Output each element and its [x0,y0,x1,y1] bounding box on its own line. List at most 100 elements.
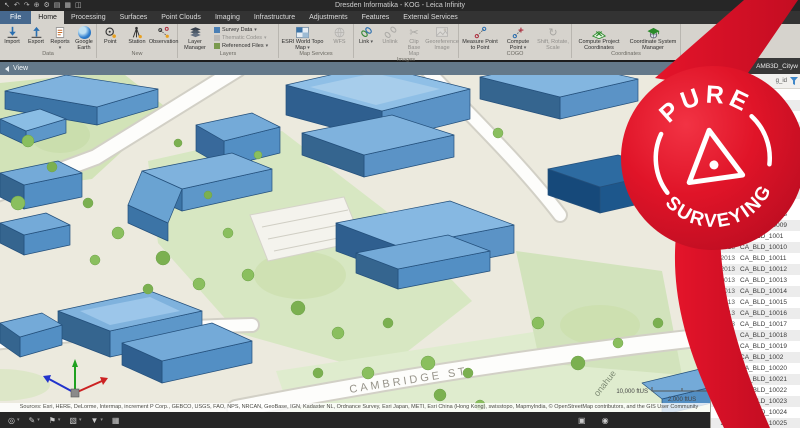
flag-button[interactable]: ⚑▾ [49,416,61,425]
cell-building-id: CA_BLD_10012 [740,266,800,273]
table-row[interactable]: 2013 CA_BLD_10012 [711,264,800,275]
frame-button[interactable]: ▣ [578,416,586,425]
table-row[interactable]: 2013 CA_BLD_10016 [711,308,800,319]
thematic-codes-menu[interactable]: Thematic Codes▾ [214,35,268,41]
table-row[interactable]: 2013 CA_BLD_10025 [711,418,800,428]
ribbon-group-cogo: Measure Point to Point Compute Point ↻ S… [459,24,572,58]
station-icon [130,25,143,39]
snap-mode-button[interactable]: ◎▾ [8,416,20,425]
table-row[interactable]: 2013 CA_BLD_10014 [711,286,800,297]
view-mode-button[interactable]: ▧▾ [69,416,81,425]
coordinate-system-manager-icon [646,25,661,39]
referenced-files-menu[interactable]: Referenced Files▾ [214,43,268,49]
cell-building-id: CA_BLD_10025 [740,420,800,427]
layer-manager-button[interactable]: Layer Manager [178,25,212,51]
table-row[interactable]: 2013 CA_BLD_10017 [711,319,800,330]
globe-button[interactable]: ◉ [602,416,609,425]
table-row[interactable]: 2013 CA_BLD_1002 [711,352,800,363]
filter-button[interactable]: ▼▾ [90,416,102,425]
survey-data-menu[interactable]: Survey Data▾ [214,27,268,33]
group-label-map-services: Map Services [279,51,353,58]
cell-year: 2013 [711,266,740,273]
ribbon-group-new: Point Station Observation New [97,24,178,58]
building-table[interactable]: CA_BLD_10008 CA_BLD_10009 CA_BLD_1001 20… [711,89,800,428]
link-button[interactable]: Link [354,25,378,45]
table-row[interactable]: 2013 CA_BLD_10019 [711,341,800,352]
observation-button[interactable]: Observation [151,25,177,45]
import-button[interactable]: Import [0,25,24,45]
compute-point-button[interactable]: Compute Point [502,25,534,51]
cell-building-id: CA_BLD_10017 [740,321,800,328]
panel-tab-amb3d[interactable]: AMB3D_Cityw [756,63,800,70]
pick-mode-icon: ✎ [29,416,36,425]
shift-rotate-scale-button[interactable]: ↻ Shift, Rotate, Scale [536,25,570,51]
cell-year: 2013 [711,365,740,372]
table-row[interactable]: 2013 CA_BLD_10020 [711,363,800,374]
ribbon-group-map-services: ESRI World Topo Map WFS Map Services [279,24,354,58]
reports-button[interactable]: Reports [48,25,72,51]
table-row[interactable]: CA_BLD_10009 [711,220,800,231]
tab-adjustments[interactable]: Adjustments [302,11,355,24]
map-3d-view[interactable]: CAMBRIDGE ST onahue 10,000 ftUS 2,000 ft… [0,75,718,412]
table-row[interactable]: 2013 CA_BLD_10015 [711,297,800,308]
cell-year: 2013 [711,409,740,416]
group-label-images: Images [354,57,458,64]
survey-data-icon [214,27,220,33]
export-button[interactable]: Export [24,25,48,45]
window-title: Dresden Informatika - KOG - Leica Infini… [0,0,800,11]
tab-imaging[interactable]: Imaging [208,11,247,24]
table-button[interactable]: ▦ [112,416,120,425]
tab-processing[interactable]: Processing [64,11,113,24]
cell-year: 2013 [711,376,740,383]
table-row[interactable]: 2013 CA_BLD_10022 [711,385,800,396]
table-row[interactable]: 2013 CA_BLD_10011 [711,253,800,264]
panel-tab-bar: AMB3D_Cityw [711,58,800,74]
pick-mode-button[interactable]: ✎▾ [29,416,40,425]
thematic-codes-icon [214,35,220,41]
frame-icon: ▣ [578,416,586,425]
group-label-cogo: COGO [459,51,571,58]
scissors-icon: ✂ [409,25,418,39]
tab-features[interactable]: Features [355,11,397,24]
compute-project-coordinates-button[interactable]: Compute Project Coordinates [574,25,624,51]
google-earth-button[interactable]: Google Earth [72,25,96,51]
table-row[interactable]: 2013 CA_BLD_10023 [711,396,800,407]
axis-gizmo[interactable] [43,359,108,397]
wfs-button[interactable]: WFS [327,25,353,45]
georeference-image-button[interactable]: Georeference Image [426,25,458,51]
right-panel: AMB3D_Cityw g_id CA_BLD_10008 CA_BLD_100… [710,58,800,428]
tab-infrastructure[interactable]: Infrastructure [247,11,302,24]
title-bar: ↖ ↶ ↷ ⊕ ⚙ ▤ ▦ ◫ Dresden Informatika - KO… [0,0,800,11]
layer-manager-icon [188,25,203,39]
cell-building-id: CA_BLD_1002 [740,354,800,361]
table-row[interactable]: 2013 CA_BLD_10024 [711,407,800,418]
table-row[interactable]: CA_BLD_1001 [711,231,800,242]
point-button[interactable]: Point [97,25,123,45]
reports-icon [54,25,66,39]
esri-world-topo-map-button[interactable]: ESRI World Topo Map [280,25,326,51]
tab-point-clouds[interactable]: Point Clouds [154,11,208,24]
cell-year: 2013 [711,420,740,427]
map-attribution: Sources: Esri, HERE, DeLorme, Intermap, … [0,403,718,412]
cell-year: 2013 [711,387,740,394]
panel-filter-row[interactable]: g_id [711,74,800,89]
funnel-icon[interactable] [790,77,798,85]
table-row[interactable]: 2013 CA_BLD_10018 [711,330,800,341]
ribbon-group-layers: Layer Manager Survey Data▾ Thematic Code… [178,24,279,58]
tab-file[interactable]: File [0,11,31,24]
cell-building-id: CA_BLD_10024 [740,409,800,416]
ribbon: Import Export Reports Google Earth Data [0,24,800,62]
tab-home[interactable]: Home [31,11,64,24]
table-row[interactable]: 2013 CA_BLD_10013 [711,275,800,286]
table-row[interactable]: 2013 CA_BLD_10010 [711,242,800,253]
station-button[interactable]: Station [124,25,150,45]
table-row[interactable]: 2013 CA_BLD_10021 [711,374,800,385]
clip-base-map-button[interactable]: ✂ Clip Base Map [402,25,426,57]
coordinate-system-manager-button[interactable]: Coordinate System Manager [628,25,678,51]
tab-surfaces[interactable]: Surfaces [113,11,155,24]
tab-external-services[interactable]: External Services [396,11,464,24]
table-row[interactable]: CA_BLD_10008 [711,209,800,220]
unlink-button[interactable]: Unlink [378,25,402,45]
measure-point-to-point-button[interactable]: Measure Point to Point [460,25,500,51]
group-label-layers: Layers [178,51,278,58]
